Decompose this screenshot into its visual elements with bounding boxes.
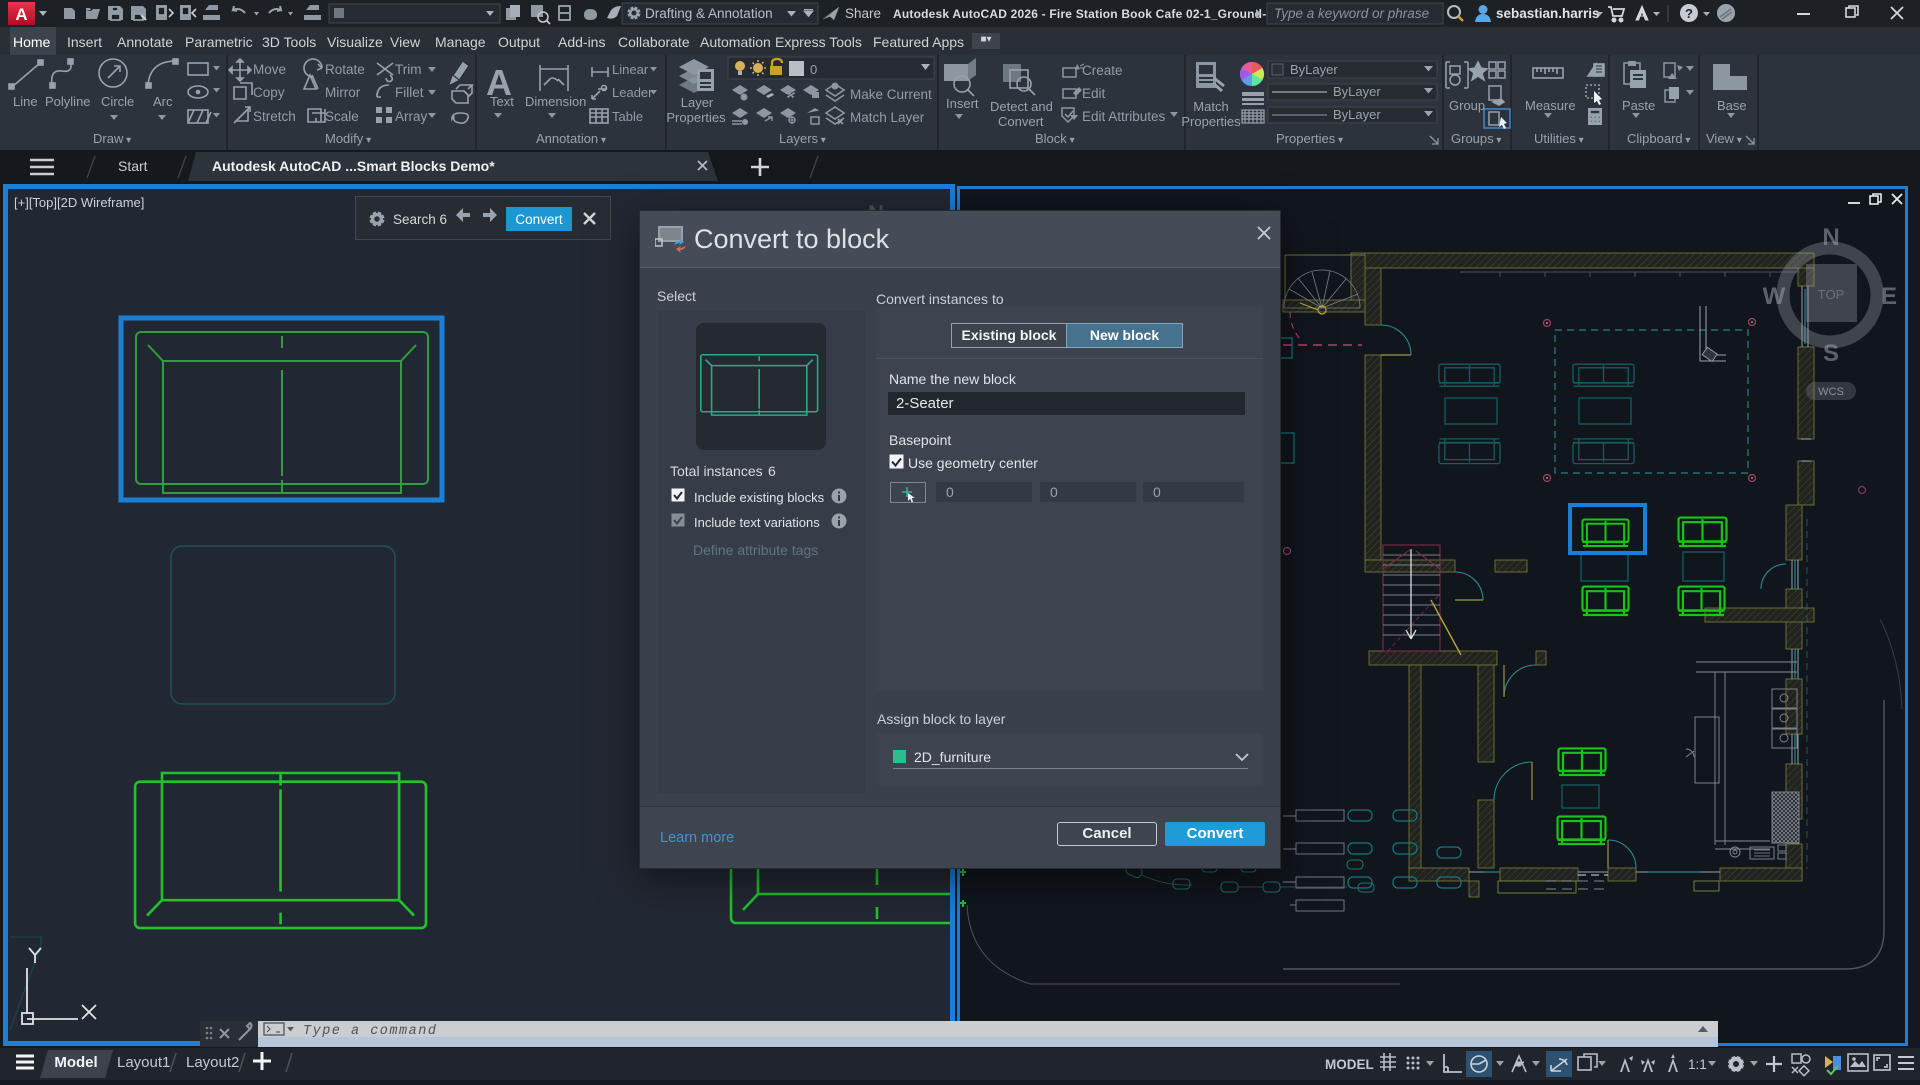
svg-text:Copy: Copy xyxy=(253,85,285,100)
svg-text:N: N xyxy=(1822,224,1839,251)
svg-text:Model: Model xyxy=(54,1054,97,1071)
svg-text:WCS: WCS xyxy=(1818,386,1844,398)
svg-text:Convert: Convert xyxy=(998,114,1044,129)
svg-text:A: A xyxy=(15,5,27,24)
svg-text:Line: Line xyxy=(13,94,38,109)
svg-text:Match: Match xyxy=(1193,99,1228,114)
svg-text:Array: Array xyxy=(395,109,428,124)
svg-text:Polyline: Polyline xyxy=(45,94,91,109)
svg-text:Properties: Properties xyxy=(1181,114,1241,129)
svg-text:TOP: TOP xyxy=(1818,287,1845,302)
svg-text:Properties: Properties xyxy=(666,110,726,125)
svg-text:ByLayer: ByLayer xyxy=(1290,62,1338,77)
svg-text:?: ? xyxy=(1685,6,1693,21)
svg-text:Mirror: Mirror xyxy=(325,85,361,100)
svg-text:Drafting & Annotation: Drafting & Annotation xyxy=(645,6,773,21)
svg-text:Create: Create xyxy=(1082,63,1123,78)
svg-text:Layout1: Layout1 xyxy=(117,1054,170,1071)
svg-text:ByLayer: ByLayer xyxy=(1333,107,1381,122)
svg-text:ByLayer: ByLayer xyxy=(1333,84,1381,99)
svg-text:E: E xyxy=(1881,283,1897,310)
svg-text:sebastian.harris: sebastian.harris xyxy=(1496,6,1600,21)
svg-text:Match Layer: Match Layer xyxy=(850,110,925,125)
svg-text:1:1: 1:1 xyxy=(1688,1057,1707,1072)
svg-text:Arc: Arc xyxy=(153,94,173,109)
svg-text:Table: Table xyxy=(612,109,643,124)
svg-text:Start: Start xyxy=(118,158,148,174)
svg-text:Layout2: Layout2 xyxy=(186,1054,239,1071)
svg-text:Base: Base xyxy=(1717,98,1747,113)
svg-text:Text: Text xyxy=(490,94,514,109)
svg-text:Fillet: Fillet xyxy=(395,85,424,100)
svg-text:Edit Attributes: Edit Attributes xyxy=(1082,109,1166,124)
svg-text:Leader: Leader xyxy=(612,85,653,100)
svg-text:Scale: Scale xyxy=(325,109,359,124)
svg-text:Autodesk AutoCAD ...Smart Bloc: Autodesk AutoCAD ...Smart Blocks Demo* xyxy=(212,158,495,174)
svg-text:Autodesk AutoCAD 2026 - Fire S: Autodesk AutoCAD 2026 - Fire Station Boo… xyxy=(893,7,1277,21)
svg-text:Circle: Circle xyxy=(101,94,134,109)
svg-text:Group: Group xyxy=(1449,98,1485,113)
svg-text:Rotate: Rotate xyxy=(325,62,365,77)
svg-text:Type a command: Type a command xyxy=(303,1024,437,1039)
svg-text:0: 0 xyxy=(810,62,817,77)
svg-text:W: W xyxy=(1763,283,1786,310)
svg-text:Dimension: Dimension xyxy=(525,94,586,109)
svg-text:Type a keyword or phrase: Type a keyword or phrase xyxy=(1274,6,1429,21)
svg-text:Paste: Paste xyxy=(1622,98,1655,113)
svg-text:Share: Share xyxy=(845,6,881,21)
svg-text:Insert: Insert xyxy=(946,96,979,111)
svg-text:Trim: Trim xyxy=(395,62,422,77)
svg-text:Convert: Convert xyxy=(515,212,563,227)
svg-text:Linear: Linear xyxy=(612,62,649,77)
svg-text:Edit: Edit xyxy=(1082,86,1106,101)
svg-text:Measure: Measure xyxy=(1525,98,1576,113)
svg-text:S: S xyxy=(1823,340,1839,367)
svg-text:Stretch: Stretch xyxy=(253,109,296,124)
svg-text:MODEL: MODEL xyxy=(1325,1057,1374,1072)
svg-text:Search 6: Search 6 xyxy=(393,212,447,227)
svg-text:Layer: Layer xyxy=(681,95,714,110)
svg-text:Move: Move xyxy=(253,62,286,77)
svg-text:Make Current: Make Current xyxy=(850,87,932,102)
svg-text:Detect and: Detect and xyxy=(990,99,1053,114)
